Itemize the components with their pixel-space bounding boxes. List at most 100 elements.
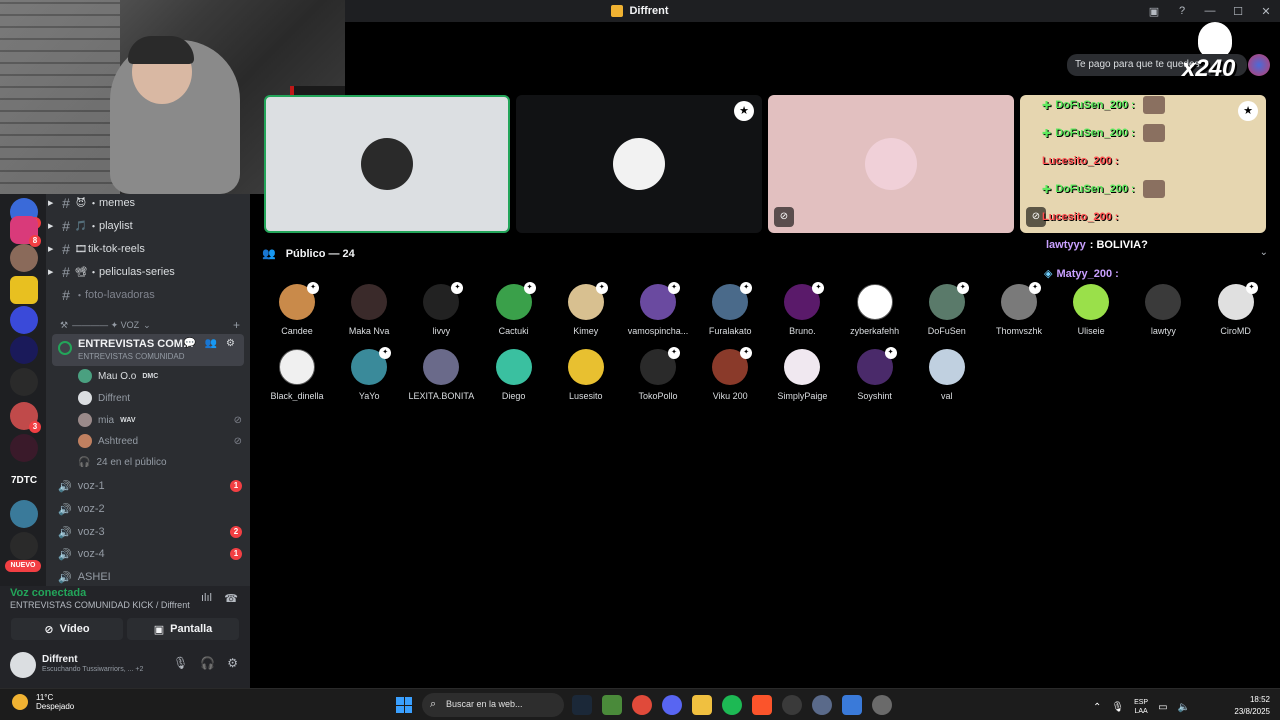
volume-icon[interactable]: 🔈 [1178,702,1190,713]
spotify-icon[interactable] [722,695,742,715]
speaker-tile[interactable]: ★ [516,95,762,233]
chevron-down-icon[interactable]: ⌄ [1260,247,1268,258]
clock[interactable]: 18:52 23/8/2025 [1234,694,1270,718]
app-icon[interactable] [812,695,832,715]
channel-memes[interactable]: ▶ # 😈 ・ memes [46,194,250,214]
audience-member[interactable]: Lusesito [550,349,622,409]
server-icon[interactable] [10,244,38,272]
audience-member[interactable]: val [911,349,983,409]
voice-user[interactable]: Ashtreed ⊘ [78,431,242,451]
audience-member[interactable]: Uliseie [1055,284,1127,344]
audience-member[interactable]: ✦ Bruno. [766,282,838,344]
voice-channel-voz-4[interactable]: 🔊 voz-4 1 [58,543,242,565]
voice-location[interactable]: ENTREVISTAS COMUNIDAD KICK / Diffrent [10,600,190,610]
audience-member[interactable]: ✦ YaYo [333,347,405,409]
language-indicator[interactable]: ESP LAA [1134,698,1148,716]
server-icon[interactable] [10,434,38,462]
audience-member[interactable]: ✦ TokoPollo [622,347,694,409]
audience-member[interactable]: ✦ Furalakato [694,282,766,344]
taskbar-search[interactable]: ⌕ Buscar en la web... [422,693,564,717]
server-icon[interactable] [10,276,38,304]
audience-member[interactable]: ✦ CiroMD [1200,282,1272,344]
audience-member[interactable]: Black_dinella [261,349,333,409]
server-icon[interactable] [10,368,38,396]
avatar[interactable] [1248,54,1270,76]
server-label[interactable]: 7DTC [4,475,44,486]
windows-start-icon[interactable] [396,697,412,713]
voice-channel-ashei[interactable]: 🔊 ASHEI [58,566,242,586]
steam-icon[interactable] [572,695,592,715]
chevron-up-icon[interactable]: ⌃ [1093,702,1101,713]
chrome-icon[interactable] [632,695,652,715]
microphone-icon[interactable]: 🎙 [1111,702,1124,713]
minimize-icon[interactable]: — [1196,5,1224,17]
voice-channel-voz-3[interactable]: 🔊 voz-3 2 [58,521,242,543]
audience-member[interactable]: LEXITA.BONITA [405,349,477,409]
avatar [928,349,965,385]
server-icon[interactable]: 8 [10,216,41,247]
audience-member[interactable]: lawtyy [1127,284,1199,344]
voice-user[interactable]: Diffrent [78,388,242,408]
video-button[interactable]: ⊘ Vídeo [11,618,123,640]
server-icon[interactable] [10,336,38,364]
voice-status[interactable]: Voz conectada [10,587,86,599]
audience-count[interactable]: 🎧 24 en el público [78,452,242,472]
screen-share-button[interactable]: ▣ Pantalla [127,618,239,640]
voice-category-header[interactable]: ⚒ ———— ✦ VOZ ⌄ + [60,318,240,332]
network-icon[interactable]: ▭ [1158,702,1167,713]
voice-channel-voz-1[interactable]: 🔊 voz-1 1 [58,475,242,497]
audience-member[interactable]: ✦ Soyshint [839,347,911,409]
minecraft-icon[interactable] [602,695,622,715]
brave-icon[interactable] [752,695,772,715]
avatar[interactable] [10,652,36,678]
disconnect-icon[interactable]: ☎ [224,592,238,605]
audience-member[interactable]: Diego [478,349,550,409]
folder-icon[interactable] [692,695,712,715]
audience-member[interactable]: ✦ Kimey [550,282,622,344]
weather-widget[interactable]: 11°C Despejado [12,693,74,711]
gear-icon[interactable]: ⚙ [227,656,238,670]
audience-member[interactable]: ✦ Candee [261,282,333,344]
channel-playlist[interactable]: ▶ # 🎵 ・ playlist [46,215,250,237]
settings-icon[interactable] [872,695,892,715]
notepad-icon[interactable] [842,695,862,715]
channel-foto-lavadoras[interactable]: # ・ foto-lavadoras [46,284,250,306]
voice-user[interactable]: Mau O.o DMC [78,366,242,386]
maximize-icon[interactable]: ☐ [1224,5,1252,18]
voice-channel-voz-2[interactable]: 🔊 voz-2 [58,498,242,520]
speaker-tile[interactable]: ⊘ [768,95,1014,233]
avatar: ✦ [1001,282,1041,320]
audience-header[interactable]: 👥 Público — 24 [262,247,355,261]
active-voice-channel[interactable]: ENTREVISTAS COMUNI... ENTREVISTAS COMUNI… [52,334,244,366]
channel-tik-tok-reels[interactable]: ▶ # 🎞 tik-tok-reels [46,238,250,260]
close-icon[interactable]: ✕ [1252,5,1280,18]
audience-member[interactable]: ✦ Viku 200 [694,347,766,409]
headphones-icon[interactable]: 🎧 [200,656,215,670]
channel-peliculas-series[interactable]: ▶ # 📽 ・ peliculas-series [46,261,250,283]
audience-member[interactable]: ✦ DoFuSen [911,282,983,344]
audience-member[interactable]: ✦ Thomvszhk [983,282,1055,344]
audience-member[interactable]: ✦ vamospincha... [622,282,694,344]
audience-member[interactable]: ✦ Cactuki [478,282,550,344]
server-icon[interactable] [10,500,38,528]
discord-icon[interactable] [662,695,682,715]
request-badge-icon: ✦ [668,282,680,294]
server-icon[interactable]: 3 [10,402,41,433]
server-icon[interactable] [10,306,38,334]
obs-icon[interactable] [782,695,802,715]
microphone-icon[interactable]: 🎙 [173,656,188,670]
audience-member[interactable]: Maka Nva [333,284,405,344]
channel-actions[interactable]: 💬 👥 ⚙ [184,338,238,349]
speaker-tile[interactable]: ★ ⊘ ✚ DoFuSen_200 : ✚ DoFuSen_200 : Lucesi… [1020,95,1266,233]
server-icon[interactable] [10,532,38,560]
help-icon[interactable]: ? [1168,5,1196,17]
voice-user[interactable]: mia WAV ⊘ [78,410,242,430]
add-channel-icon[interactable]: + [233,318,240,332]
speaker-tile[interactable] [264,95,510,233]
audience-member[interactable]: ✦ livvy [405,282,477,344]
inbox-icon[interactable]: ▣ [1140,5,1168,18]
noise-suppression-icon[interactable]: ılıl [201,592,212,604]
audience-member[interactable]: SimplyPaige [766,349,838,409]
user-name[interactable]: Diffrent [42,654,78,665]
audience-member[interactable]: zyberkafehh [839,284,911,344]
